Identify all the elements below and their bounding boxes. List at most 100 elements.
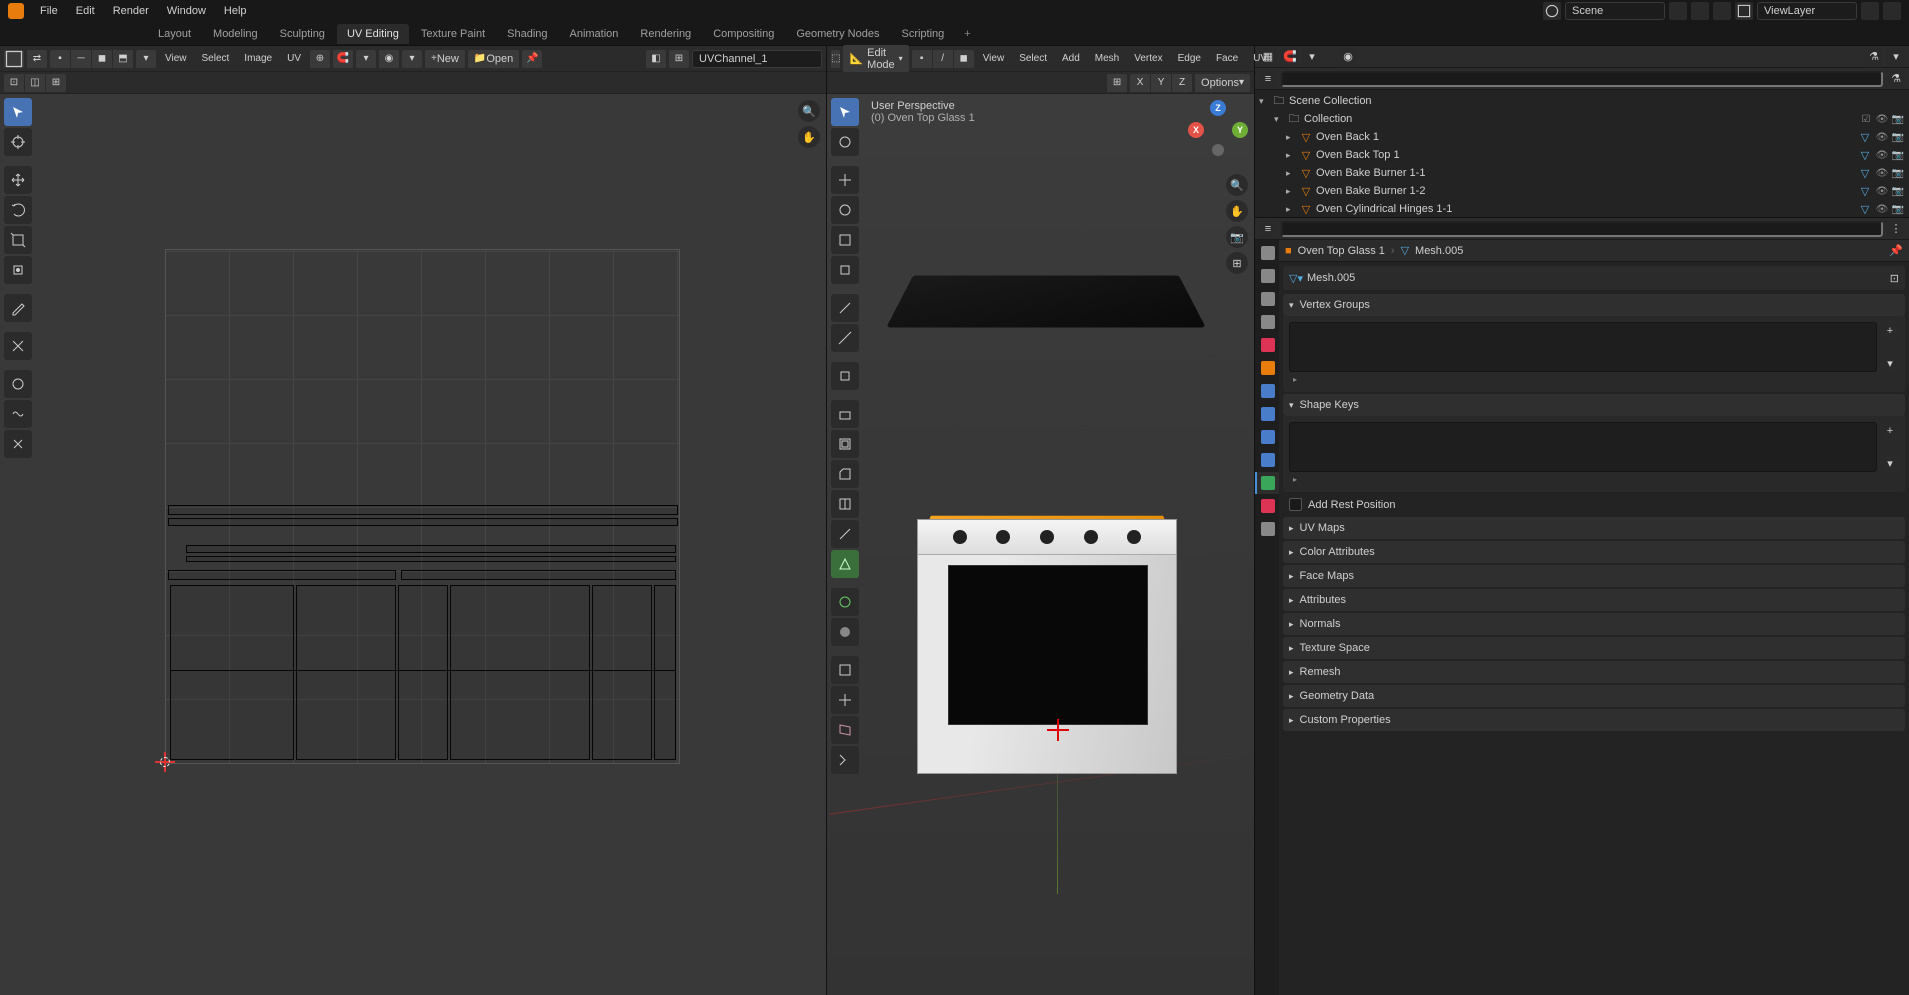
uv-menu-uv[interactable]: UV [281,53,307,64]
collection-eye-icon[interactable]: 👁 [1875,112,1889,126]
tab-viewlayer[interactable] [1255,288,1279,310]
tool-knife[interactable] [831,520,859,548]
pin-breadcrumb-icon[interactable]: 📌 [1889,244,1903,257]
zoom-icon[interactable]: 🔍 [798,100,820,122]
workspace-add-button[interactable]: + [956,24,978,44]
3d-menu-add[interactable]: Add [1056,53,1086,64]
perspective-toggle-icon[interactable]: ⊞ [1226,252,1248,274]
snap-dropdown-icon[interactable]: ▾ [1303,48,1321,66]
tab-rendering[interactable]: Rendering [630,24,701,44]
uv-select-edge[interactable]: ─ [71,50,91,68]
editor-type-dropdown[interactable] [4,50,24,68]
tree-item[interactable]: ▸ ▽ Oven Bake Burner 1-1 ▽ 👁📷 [1255,164,1909,182]
filter-dropdown-icon[interactable]: ▾ [1887,48,1905,66]
tab-constraints[interactable] [1255,449,1279,471]
uv-image-dropdown[interactable]: ▾ [402,50,422,68]
3d-menu-vertex[interactable]: Vertex [1128,53,1168,64]
uv-select-vertex[interactable]: ▪ [50,50,70,68]
3d-menu-mesh[interactable]: Mesh [1089,53,1125,64]
tab-sculpting[interactable]: Sculpting [270,24,335,44]
scene-btn-1[interactable] [1669,2,1687,20]
tool-cursor[interactable] [4,128,32,156]
tool-3d-scale[interactable] [831,226,859,254]
collection-check-icon[interactable]: ☑ [1859,112,1873,126]
pan-icon[interactable]: ✋ [798,126,820,148]
uv-sync-toggle[interactable]: ⇄ [27,50,47,68]
panel-header-attributes[interactable]: ▸Attributes [1283,589,1905,611]
eye-icon[interactable]: 👁 [1875,148,1889,162]
scene-name-field[interactable]: Scene [1565,2,1665,20]
render-icon[interactable]: 📷 [1891,148,1905,162]
nav-axis-z[interactable]: Z [1210,100,1226,116]
tool-add-cube[interactable] [831,362,859,390]
add-rest-position-row[interactable]: Add Rest Position [1279,494,1909,515]
outliner-filter-icon[interactable]: ⚗ [1887,70,1905,88]
select-face-mode[interactable]: ◼ [954,50,974,68]
tab-modeling[interactable]: Modeling [203,24,268,44]
tool-3d-annotate[interactable] [831,294,859,322]
3d-menu-select[interactable]: Select [1013,53,1053,64]
tool-bevel[interactable] [831,460,859,488]
tool-edge-slide[interactable] [831,656,859,684]
outliner-tree[interactable]: ▾ 🗀 Scene Collection ▾ 🗀 Collection ☑ 👁 … [1255,90,1909,217]
sk-add-button[interactable]: + [1881,422,1899,440]
uv-snap-dropdown[interactable]: ▾ [356,50,376,68]
uv-menu-image[interactable]: Image [238,53,278,64]
tab-material[interactable] [1255,495,1279,517]
tree-scene-collection[interactable]: ▾ 🗀 Scene Collection [1255,92,1909,110]
uv-sticky-dropdown[interactable]: ▾ [136,50,156,68]
properties-search[interactable] [1281,221,1883,237]
tool-inset[interactable] [831,430,859,458]
panel-header-shape-keys[interactable]: ▾ Shape Keys [1283,394,1905,416]
tab-scene[interactable] [1255,311,1279,333]
mesh-datablock[interactable]: ▽▾ Mesh.005 ⊡ [1283,266,1905,290]
snap-x[interactable]: X [1130,74,1150,92]
3d-menu-view[interactable]: View [977,53,1011,64]
tree-collection[interactable]: ▾ 🗀 Collection ☑ 👁 📷 [1255,110,1909,128]
collection-render-icon[interactable]: 📷 [1891,112,1905,126]
uv-channel-field[interactable]: UVChannel_1 [692,50,822,68]
panel-header-texture-space[interactable]: ▸Texture Space [1283,637,1905,659]
menu-edit[interactable]: Edit [68,2,103,20]
eye-icon[interactable]: 👁 [1875,202,1889,216]
vg-menu-button[interactable]: ▾ [1881,354,1899,372]
tab-geometry-nodes[interactable]: Geometry Nodes [786,24,889,44]
eye-icon[interactable]: 👁 [1875,184,1889,198]
transform-orientation[interactable]: ⊞ [1107,74,1127,92]
scene-btn-3[interactable] [1713,2,1731,20]
select-edge-mode[interactable]: / [933,50,953,68]
tool-rip[interactable] [4,332,32,360]
tab-output[interactable] [1255,265,1279,287]
render-icon[interactable]: 📷 [1891,184,1905,198]
uv-select-face[interactable]: ◼ [92,50,112,68]
options-dropdown[interactable]: Options ▾ [1195,74,1250,92]
menu-render[interactable]: Render [105,2,157,20]
tool-scale[interactable] [4,226,32,254]
tree-item[interactable]: ▸ ▽ Oven Bake Burner 1-2 ▽ 👁📷 [1255,182,1909,200]
shape-keys-list[interactable] [1289,422,1877,472]
select-vertex-mode[interactable]: ▪ [912,50,932,68]
uv-pivot-dropdown[interactable]: ⊕ [310,50,330,68]
uv-uvmap-icon[interactable]: ⊞ [669,50,689,68]
properties-type-dropdown[interactable]: ≡ [1259,220,1277,238]
tool-poly-build[interactable] [831,550,859,578]
render-icon[interactable]: 📷 [1891,202,1905,216]
tool-pinch[interactable] [4,430,32,458]
properties-options-icon[interactable]: ⋮ [1887,220,1905,238]
tab-compositing[interactable]: Compositing [703,24,784,44]
tool-tweak[interactable] [4,98,32,126]
uv-open-button[interactable]: 📁 Open [468,50,519,68]
panel-header-vertex-groups[interactable]: ▾ Vertex Groups [1283,294,1905,316]
tool-rotate[interactable] [4,196,32,224]
tab-world[interactable] [1255,334,1279,356]
uv-menu-select[interactable]: Select [196,53,236,64]
layer-btn-1[interactable] [1861,2,1879,20]
panel-header-normals[interactable]: ▸Normals [1283,613,1905,635]
tab-animation[interactable]: Animation [560,24,629,44]
uv-new-button[interactable]: + New [425,50,465,68]
uv-select-island[interactable]: ⬒ [113,50,133,68]
tool-3d-cursor[interactable] [831,128,859,156]
menu-file[interactable]: File [32,2,66,20]
editor-type-3d-dropdown[interactable]: ⬚ [831,50,840,68]
panel-header-custom-properties[interactable]: ▸Custom Properties [1283,709,1905,731]
